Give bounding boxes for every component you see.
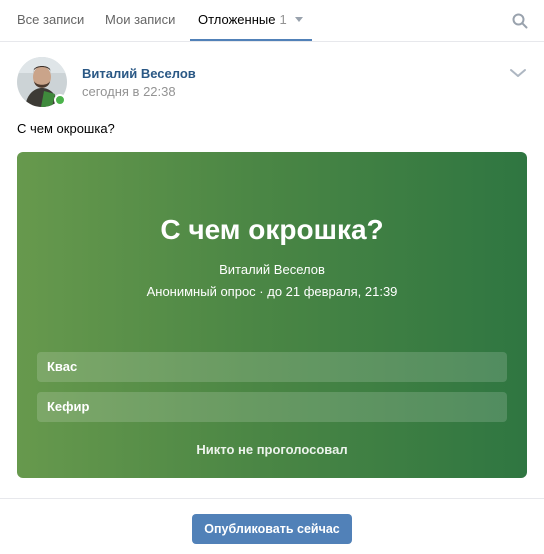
postponed-count: 1 bbox=[279, 12, 287, 27]
tab-all-posts[interactable]: Все записи bbox=[17, 12, 84, 27]
poll-option[interactable]: Квас bbox=[37, 352, 507, 382]
post-text: С чем окрошка? bbox=[17, 121, 115, 136]
active-tab-indicator bbox=[190, 39, 312, 41]
search-icon[interactable] bbox=[512, 13, 528, 29]
poll-author: Виталий Веселов bbox=[219, 262, 325, 277]
divider bbox=[0, 498, 544, 499]
poll-meta: Анонимный опрос · до 21 февраля, 21:39 bbox=[146, 284, 398, 299]
chevron-down-icon[interactable] bbox=[509, 67, 527, 79]
post-author-link[interactable]: Виталий Веселов bbox=[82, 66, 196, 81]
tab-bar: Все записи Мои записи Отложенные 1 bbox=[0, 0, 544, 42]
post-timestamp[interactable]: сегодня в 22:38 bbox=[82, 84, 176, 99]
publish-now-button[interactable]: Опубликовать сейчас bbox=[192, 514, 352, 544]
tab-my-posts[interactable]: Мои записи bbox=[105, 12, 175, 27]
tab-my-posts-label: Мои записи bbox=[105, 12, 176, 27]
poll-card: С чем окрошка? Виталий Веселов Анонимный… bbox=[17, 152, 527, 478]
tab-postponed[interactable]: Отложенные 1 bbox=[198, 12, 303, 27]
poll-option[interactable]: Кефир bbox=[37, 392, 507, 422]
poll-title: С чем окрошка? bbox=[160, 214, 384, 245]
caret-down-icon[interactable] bbox=[294, 17, 303, 22]
poll-vote-count: Никто не проголосовал bbox=[196, 442, 348, 457]
tab-postponed-label: Отложенные bbox=[198, 12, 276, 27]
tab-all-posts-label: Все записи bbox=[17, 12, 85, 27]
online-indicator bbox=[54, 94, 66, 106]
